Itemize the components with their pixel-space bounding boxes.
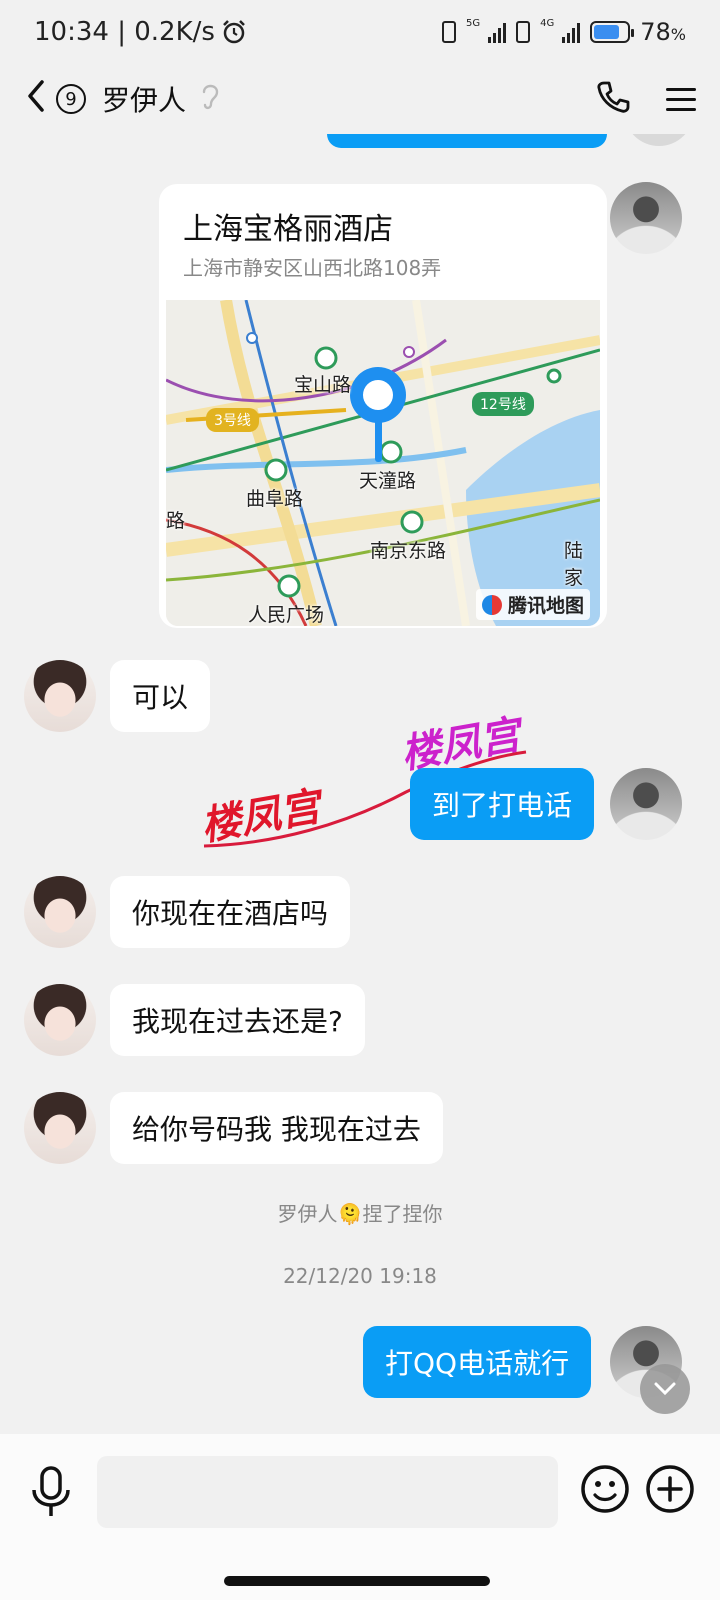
chevron-left-icon [28,79,44,112]
avatar[interactable] [24,876,96,948]
message-bubble[interactable]: 我现在过去还是? [110,984,365,1056]
message-bubble[interactable]: 给你号码我 我现在过去 [110,1092,443,1164]
scroll-to-bottom-button[interactable] [640,1364,690,1414]
map-brand: 腾讯地图 [475,589,590,620]
map-brand-text: 腾讯地图 [507,595,584,617]
sim2-icon [516,21,531,43]
map-drawing [166,300,600,626]
status-bar: 10:34 | 0.2K/s 5G 4G 78% [0,0,720,64]
chat-area[interactable]: 上海宝格丽酒店 上海市静安区山西北路108弄 3号线 12号线 宝山路 天潼路 … [0,134,720,1434]
tencent-map-logo-icon [481,594,502,615]
message-bubble[interactable]: 你现在在酒店吗 [110,876,351,948]
phone-icon [597,81,630,113]
map-label: 曲阜路 [246,488,304,510]
location-address: 上海市静安区山西北路108弄 [183,256,442,280]
sim2-gen: 4G [540,18,555,29]
poke-notice: 罗伊人🫠捏了捏你 [0,1198,720,1227]
chat-header: 9 罗伊人 [0,64,720,134]
map-label: 人民广场 [248,604,325,626]
line-tag-12: 12号线 [472,392,534,416]
message-bubble[interactable]: 打QQ电话就行 [363,1326,592,1398]
battery-icon [590,21,635,43]
avatar[interactable] [610,768,682,840]
previous-avatar[interactable] [624,134,694,146]
sim1-gen: 5G [466,18,481,29]
status-right: 5G 4G 78% [442,18,686,46]
status-left: 10:34 | 0.2K/s [34,17,247,47]
avatar[interactable] [24,984,96,1056]
microphone-icon[interactable] [28,1464,74,1520]
alarm-icon [223,20,245,44]
previous-bubble[interactable] [327,134,607,148]
location-card[interactable]: 上海宝格丽酒店 上海市静安区山西北路108弄 3号线 12号线 宝山路 天潼路 … [159,184,607,628]
battery-level: 78% [640,18,686,46]
back-button[interactable] [24,78,48,121]
plus-icon[interactable] [645,1464,695,1514]
menu-button[interactable] [666,87,696,111]
map-preview[interactable]: 3号线 12号线 宝山路 天潼路 曲阜路 南京东路 人民广场 陆家 路 腾讯地图 [166,300,600,626]
timestamp: 22/12/20 19:18 [283,1264,437,1288]
location-title: 上海宝格丽酒店 [183,212,393,247]
map-label: 天潼路 [359,470,417,492]
map-label: 宝山路 [294,374,352,396]
chevron-down-icon [654,1382,676,1396]
avatar[interactable] [610,182,682,254]
sim1-icon [442,21,456,43]
poke-emoji: 🫠 [337,1202,363,1226]
contact-name[interactable]: 罗伊人 [102,79,186,119]
line-tag-3: 3号线 [206,408,259,432]
home-indicator[interactable] [224,1576,490,1586]
call-button[interactable] [596,80,630,118]
poke-name[interactable]: 罗伊人 [278,1202,338,1226]
map-label: 南京东路 [370,540,447,562]
unread-badge[interactable]: 9 [56,84,86,114]
poke-text: 捏了捏你 [362,1202,443,1226]
header-actions [596,80,696,118]
emoji-icon[interactable] [580,1464,630,1514]
avatar[interactable] [24,660,96,732]
message-bubble[interactable]: 可以 [110,660,211,732]
ear-icon [200,82,220,116]
time-speed: 10:34 | 0.2K/s [34,17,215,47]
map-label: 陆家 [564,540,584,589]
message-bubble[interactable]: 到了打电话 [410,768,595,840]
avatar[interactable] [24,1092,96,1164]
signal-1-icon [488,21,507,43]
map-label: 路 [166,510,186,532]
message-input[interactable] [97,1456,558,1528]
signal-2-icon [562,21,581,43]
